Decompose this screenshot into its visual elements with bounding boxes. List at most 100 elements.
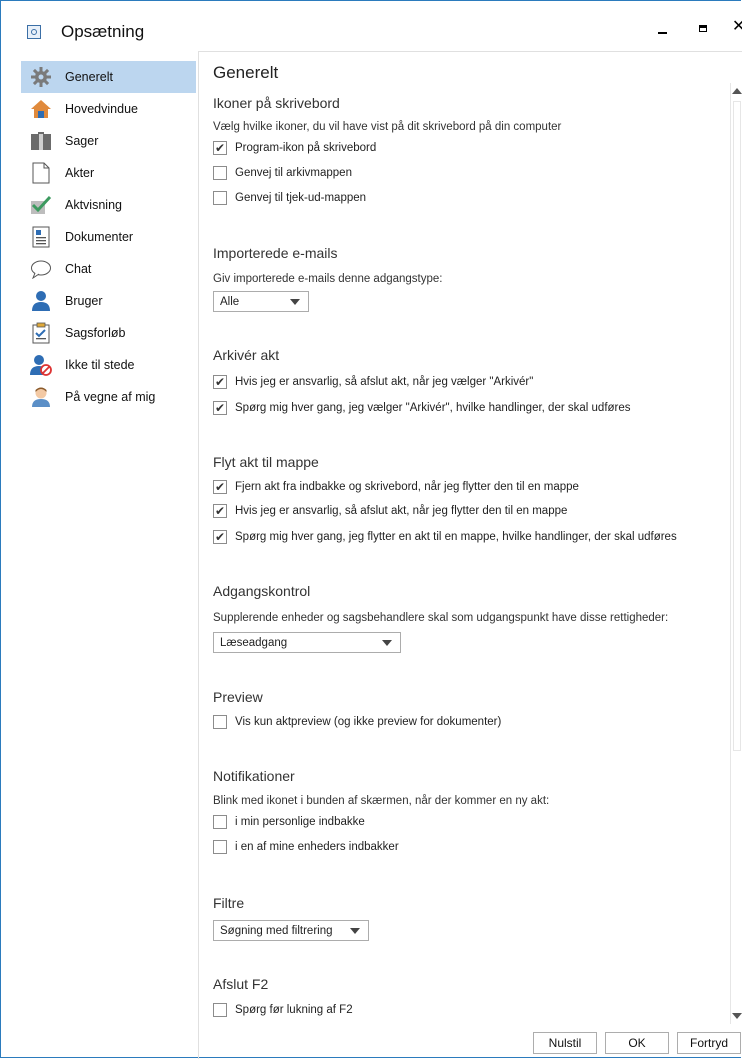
access-rights-dropdown[interactable]: Læseadgang — [213, 632, 401, 653]
checkbox-label: i en af mine enheders indbakker — [235, 841, 399, 853]
sidebar-item-hovedvindue[interactable]: Hovedvindue — [21, 93, 196, 125]
dropdown-value: Søgning med filtrering — [220, 924, 333, 937]
checkbox[interactable] — [213, 815, 227, 829]
page-title: Generelt — [213, 63, 279, 82]
chevron-down-icon — [350, 928, 360, 934]
checkbox[interactable] — [213, 191, 227, 205]
ok-button[interactable]: OK — [605, 1032, 669, 1054]
section-imported-emails-heading: Importerede e-mails — [213, 245, 338, 261]
checkbox-archive-ask[interactable]: ✔ Spørg mig hver gang, jeg vælger "Arkiv… — [213, 399, 631, 417]
checkbox-checkout-shortcut[interactable]: Genvej til tjek-ud-mappen — [213, 189, 366, 207]
checkbox-move-ask[interactable]: ✔ Spørg mig hver gang, jeg flytter en ak… — [213, 528, 677, 546]
checkbox-label: Hvis jeg er ansvarlig, så afslut akt, nå… — [235, 505, 568, 517]
sidebar-item-paa-vegne-af-mig[interactable]: På vegne af mig — [21, 381, 196, 413]
checkbox-label: Spørg før lukning af F2 — [235, 1004, 353, 1016]
checkbox[interactable] — [213, 715, 227, 729]
checkbox-move-remove[interactable]: ✔ Fjern akt fra indbakke og skrivebord, … — [213, 478, 579, 496]
settings-content: Generelt Ikoner på skrivebord Vælg hvilk… — [213, 61, 728, 1026]
checkbox-preview-only[interactable]: Vis kun aktpreview (og ikke preview for … — [213, 713, 501, 731]
checkbox-archive-close[interactable]: ✔ Hvis jeg er ansvarlig, så afslut akt, … — [213, 373, 533, 391]
sidebar-item-label: Sager — [65, 134, 99, 148]
checkbox-program-icon[interactable]: ✔ Program-ikon på skrivebord — [213, 139, 376, 157]
checkbox-notify-units[interactable]: i en af mine enheders indbakker — [213, 838, 399, 856]
checkbox-label: Genvej til arkivmappen — [235, 167, 352, 179]
checkmark-icon — [29, 194, 53, 216]
text-document-icon — [29, 226, 53, 248]
section-filters-heading: Filtre — [213, 895, 245, 911]
checkbox-move-close[interactable]: ✔ Hvis jeg er ansvarlig, så afslut akt, … — [213, 502, 567, 520]
sidebar-item-label: Aktvisning — [65, 198, 122, 212]
checkbox[interactable]: ✔ — [213, 141, 227, 155]
section-access-description: Supplerende enheder og sagsbehandlere sk… — [213, 612, 669, 624]
maximize-button[interactable] — [699, 25, 707, 32]
sidebar-item-label: Generelt — [65, 70, 113, 84]
checkbox-label: Hvis jeg er ansvarlig, så afslut akt, nå… — [235, 376, 534, 388]
checkbox[interactable]: ✔ — [213, 375, 227, 389]
sidebar-item-label: Dokumenter — [65, 230, 134, 244]
sidebar-item-bruger[interactable]: Bruger — [21, 285, 196, 317]
sidebar-item-label: På vegne af mig — [65, 390, 156, 404]
sidebar-item-dokumenter[interactable]: Dokumenter — [21, 221, 196, 253]
checkbox-label: Program-ikon på skrivebord — [235, 142, 377, 154]
scroll-up-arrow-icon[interactable] — [731, 83, 742, 99]
sidebar-item-sagsforloeb[interactable]: Sagsforløb — [21, 317, 196, 349]
sidebar-item-sager[interactable]: Sager — [21, 125, 196, 157]
email-access-dropdown[interactable]: Alle — [213, 291, 309, 312]
settings-app-icon — [27, 25, 41, 39]
checkbox-label: Spørg mig hver gang, jeg flytter en akt … — [235, 531, 677, 543]
checkbox-archive-shortcut[interactable]: Genvej til arkivmappen — [213, 164, 352, 182]
sidebar-item-generelt[interactable]: Generelt — [21, 61, 196, 93]
sidebar-item-label: Hovedvindue — [65, 102, 138, 116]
dropdown-value: Læseadgang — [220, 636, 288, 649]
gear-icon — [29, 66, 53, 88]
checkbox-notify-personal[interactable]: i min personlige indbakke — [213, 813, 365, 831]
checkbox[interactable]: ✔ — [213, 401, 227, 415]
settings-window: Opsætning ✕ Generelt Hovedvindue Sager A… — [0, 0, 742, 1059]
user-away-icon — [29, 354, 53, 376]
checkbox-label: Genvej til tjek-ud-mappen — [235, 192, 367, 204]
sidebar-item-aktvisning[interactable]: Aktvisning — [21, 189, 196, 221]
title-divider — [198, 51, 742, 52]
scrollbar-thumb[interactable] — [733, 101, 741, 751]
section-access-heading: Adgangskontrol — [213, 583, 311, 599]
chevron-down-icon — [382, 640, 392, 646]
checkbox-label: i min personlige indbakke — [235, 816, 365, 828]
checkbox[interactable] — [213, 840, 227, 854]
section-imported-emails-description: Giv importerede e-mails denne adgangstyp… — [213, 273, 443, 285]
window-title: Opsætning — [61, 22, 145, 41]
sidebar-item-akter[interactable]: Akter — [21, 157, 196, 189]
document-icon — [29, 162, 53, 184]
chevron-down-icon — [290, 299, 300, 305]
close-button[interactable]: ✕ — [732, 19, 742, 35]
user-icon — [29, 290, 53, 312]
section-notifications-heading: Notifikationer — [213, 768, 295, 784]
vertical-scrollbar[interactable] — [730, 83, 742, 1024]
reset-button[interactable]: Nulstil — [533, 1032, 597, 1054]
clipboard-icon — [29, 322, 53, 344]
checkbox[interactable] — [213, 166, 227, 180]
sidebar-divider — [198, 52, 199, 1059]
sidebar-item-label: Sagsforløb — [65, 326, 126, 340]
checkbox[interactable] — [213, 1003, 227, 1017]
sidebar: Generelt Hovedvindue Sager Akter Aktvisn… — [21, 61, 196, 413]
checkbox-label: Vis kun aktpreview (og ikke preview for … — [235, 716, 502, 728]
checkbox[interactable]: ✔ — [213, 480, 227, 494]
section-close-f2-heading: Afslut F2 — [213, 976, 269, 992]
title-bar: Opsætning ✕ — [1, 1, 742, 51]
chat-bubble-icon — [29, 258, 53, 280]
section-preview-heading: Preview — [213, 689, 263, 705]
checkbox[interactable]: ✔ — [213, 530, 227, 544]
section-notifications-description: Blink med ikonet i bunden af skærmen, nå… — [213, 795, 550, 807]
cancel-button[interactable]: Fortryd — [677, 1032, 741, 1054]
filter-dropdown[interactable]: Søgning med filtrering — [213, 920, 369, 941]
section-desktop-icons-heading: Ikoner på skrivebord — [213, 95, 340, 111]
scroll-down-arrow-icon[interactable] — [731, 1008, 742, 1024]
checkbox-label: Spørg mig hver gang, jeg vælger "Arkivér… — [235, 402, 631, 414]
sidebar-item-label: Bruger — [65, 294, 103, 308]
sidebar-item-ikke-til-stede[interactable]: Ikke til stede — [21, 349, 196, 381]
minimize-button[interactable] — [658, 21, 667, 35]
section-desktop-icons-description: Vælg hvilke ikoner, du vil have vist på … — [213, 121, 562, 133]
checkbox[interactable]: ✔ — [213, 504, 227, 518]
sidebar-item-chat[interactable]: Chat — [21, 253, 196, 285]
checkbox-ask-before-close[interactable]: Spørg før lukning af F2 — [213, 1001, 353, 1019]
